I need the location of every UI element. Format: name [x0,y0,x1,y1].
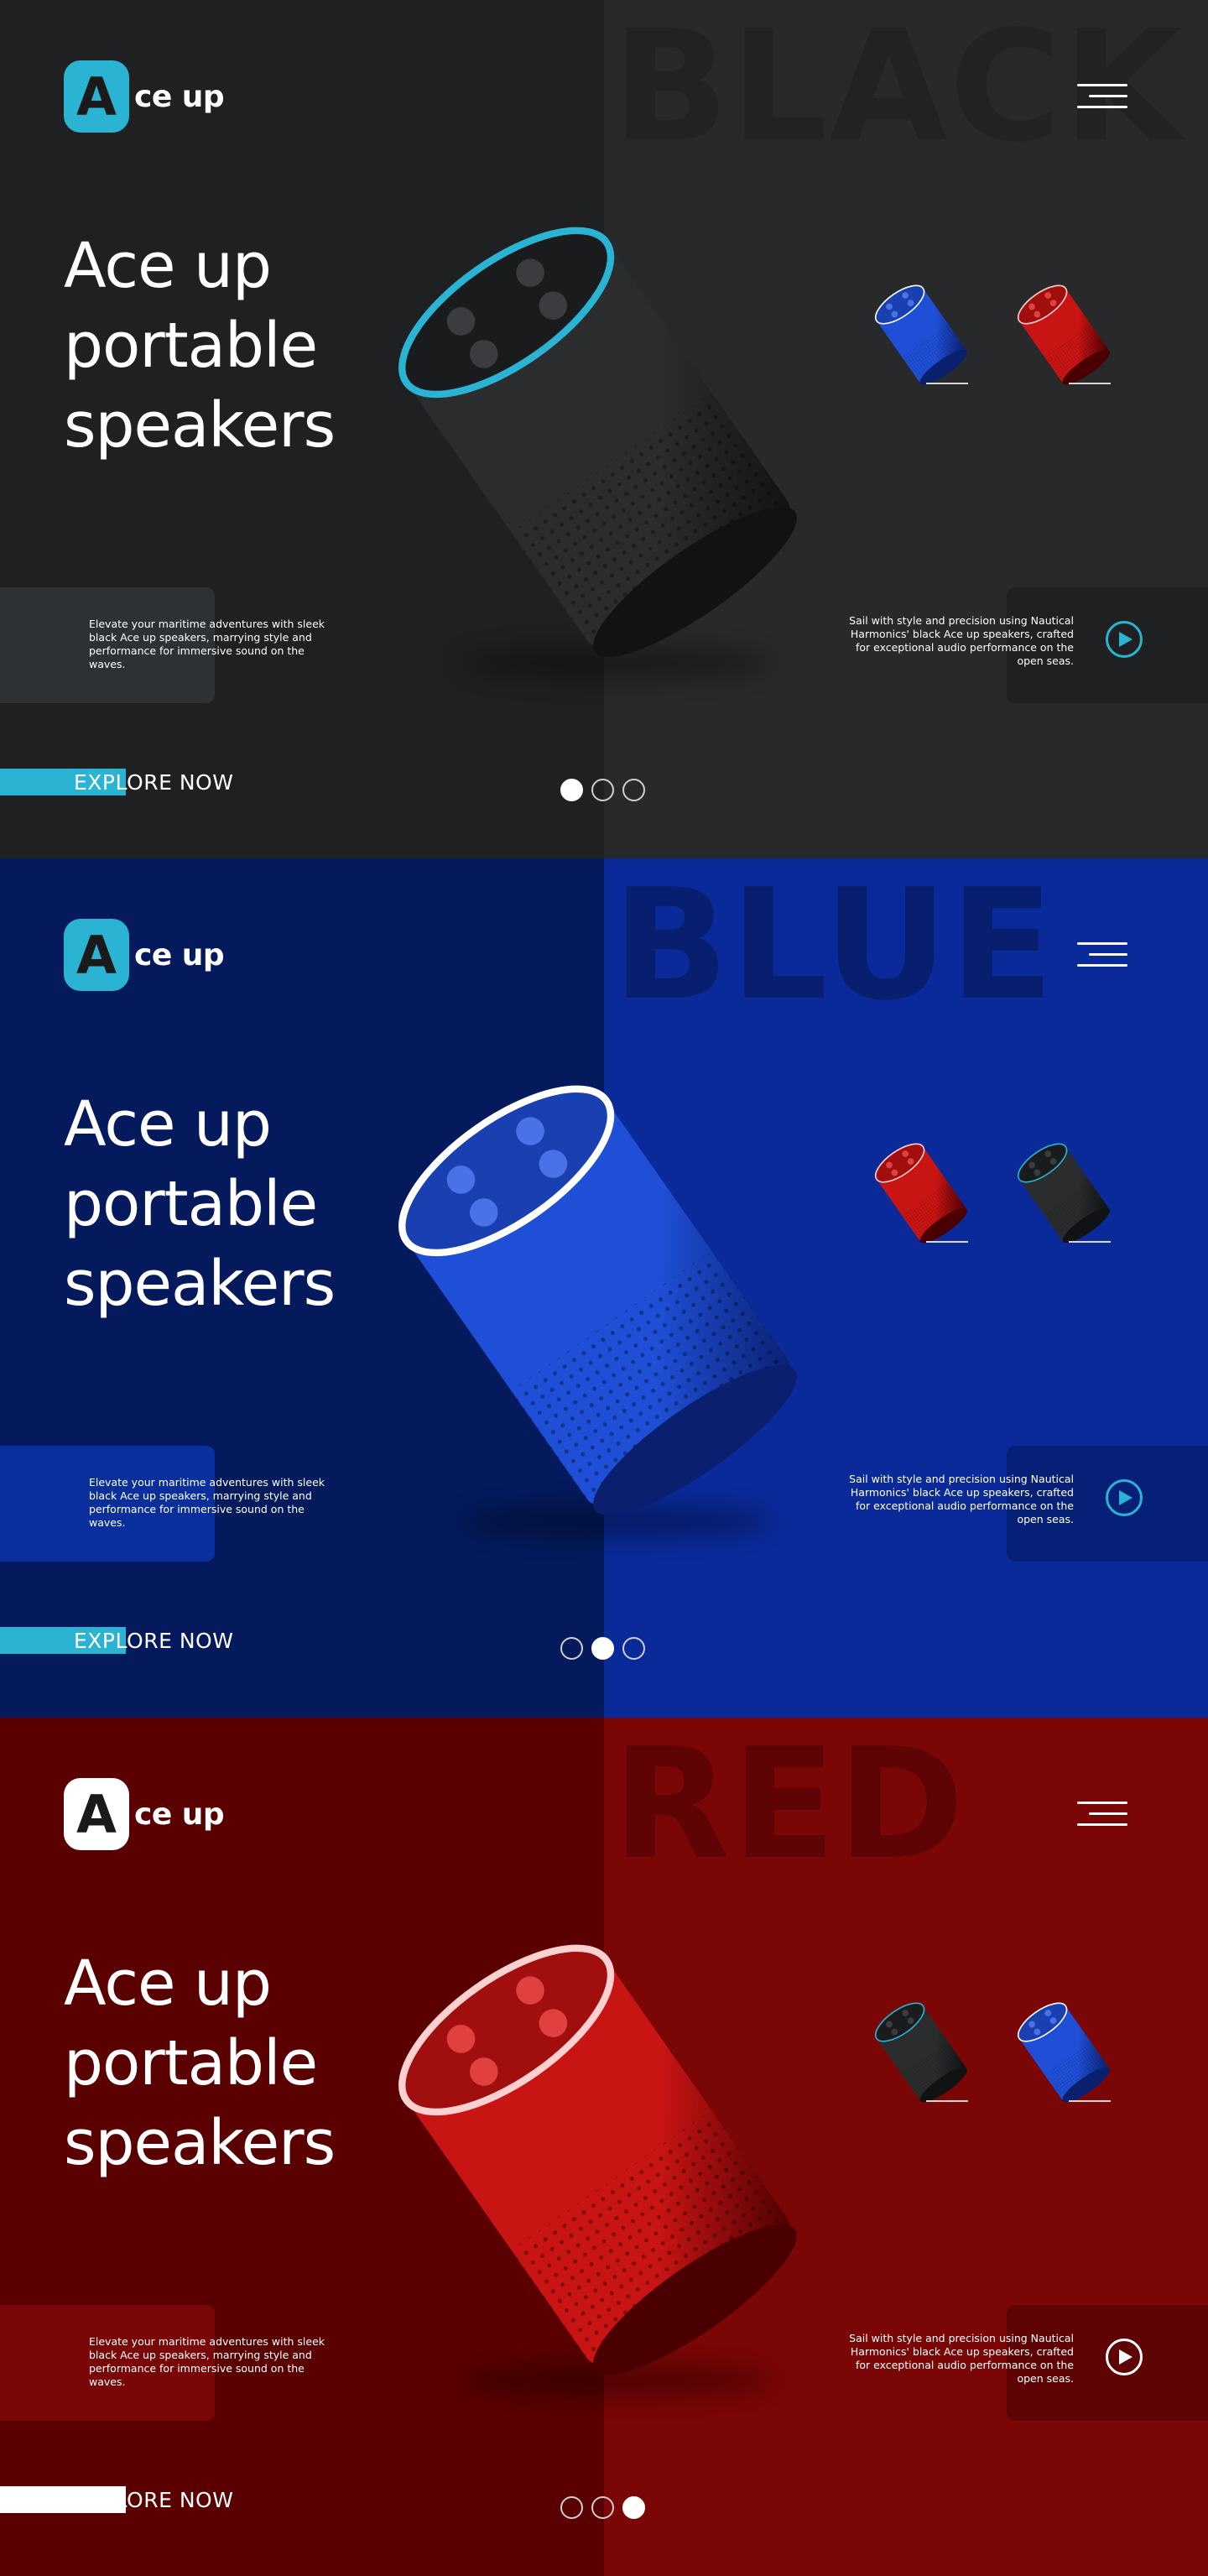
color-title: RED [612,1718,966,1893]
headline-line-2: portable [64,1168,318,1240]
pagination-dot-2[interactable] [591,779,614,801]
headline-line-2: portable [64,310,318,382]
pagination-dot-3[interactable] [622,1637,645,1660]
pagination-dot-1[interactable] [560,1637,583,1660]
description-right: Sail with style and precision using Naut… [849,1473,1074,1525]
logo-text: ce up [134,937,225,973]
pagination-dot-2[interactable] [591,2496,614,2519]
headline-line-1: Ace up [64,230,272,302]
description-right: Sail with style and precision using Naut… [849,2332,1074,2385]
hero-panel-red: RED A ce up Ace up portable speakers Ele… [0,1718,1208,2576]
thumbnail-black-speaker[interactable] [864,1995,973,2112]
headline-line-3: speakers [64,389,336,461]
headline-line-1: Ace up [64,1948,272,2020]
headline: Ace up portable speakers [64,1085,383,1324]
pagination-dots [560,779,645,801]
pagination-dots [560,1637,645,1660]
thumbnail-underline [926,383,968,384]
play-button[interactable] [1106,1479,1143,1516]
hero-speaker-image [352,1927,822,2397]
thumbnail-underline [1069,2100,1111,2102]
play-icon [1119,2349,1132,2365]
hero-panel-blue: BLUE A ce up Ace up portable speakers El… [0,858,1208,1718]
thumbnail-underline [1069,383,1111,384]
thumbnail-underline [1069,1241,1111,1243]
landing-page: BLACK A ce up Ace up portable speakers E… [0,0,1208,2576]
logo-mark: A [64,919,129,991]
description-left: Elevate your maritime adventures with sl… [89,2335,325,2388]
pagination-dot-2[interactable] [591,1637,614,1660]
logo[interactable]: A ce up [64,60,225,133]
thumbnail-blue-speaker[interactable] [1007,1995,1116,2112]
hamburger-menu-icon[interactable] [1077,942,1127,967]
hamburger-menu-icon[interactable] [1077,1802,1127,1827]
pagination-dot-1[interactable] [560,2496,583,2519]
speaker-graphic [352,1051,822,1525]
pagination-dots [560,2496,645,2519]
thumbnail-underline [926,2100,968,2102]
logo-mark: A [64,1778,129,1850]
thumbnail-black-speaker[interactable] [1007,1135,1116,1253]
hero-panel-black: BLACK A ce up Ace up portable speakers E… [0,0,1208,858]
headline-line-2: portable [64,2027,318,2099]
play-button[interactable] [1106,2339,1143,2375]
pagination-dot-3[interactable] [622,779,645,801]
explore-now-button[interactable]: EXPLORE NOW [74,2488,233,2512]
headline-line-1: Ace up [64,1088,272,1160]
play-icon [1119,1490,1132,1505]
description-right: Sail with style and precision using Naut… [849,614,1074,667]
description-left: Elevate your maritime adventures with sl… [89,1476,325,1529]
logo[interactable]: A ce up [64,919,225,991]
thumbnail-red-speaker[interactable] [864,1135,973,1253]
thumbnail-red-speaker[interactable] [1007,277,1116,394]
explore-now-button[interactable]: EXPLORE NOW [74,770,233,795]
thumbnail-underline [926,1241,968,1243]
speaker-graphic [352,1911,822,2384]
logo-text: ce up [134,1796,225,1832]
logo-text: ce up [134,79,225,114]
hero-speaker-image [352,210,822,680]
hero-speaker-image [352,1068,822,1538]
logo[interactable]: A ce up [64,1778,225,1850]
description-left: Elevate your maritime adventures with sl… [89,618,325,670]
explore-now-button[interactable]: EXPLORE NOW [74,1629,233,1653]
pagination-dot-1[interactable] [560,779,583,801]
thumbnail-blue-speaker[interactable] [864,277,973,394]
headline-line-3: speakers [64,1248,336,1320]
speaker-graphic [352,193,822,666]
color-title: BLUE [612,858,1056,1034]
headline: Ace up portable speakers [64,227,383,466]
headline: Ace up portable speakers [64,1944,383,2183]
headline-line-3: speakers [64,2107,336,2179]
pagination-dot-3[interactable] [622,2496,645,2519]
hamburger-menu-icon[interactable] [1077,84,1127,109]
play-button[interactable] [1106,621,1143,658]
logo-mark: A [64,60,129,133]
play-icon [1119,632,1132,647]
